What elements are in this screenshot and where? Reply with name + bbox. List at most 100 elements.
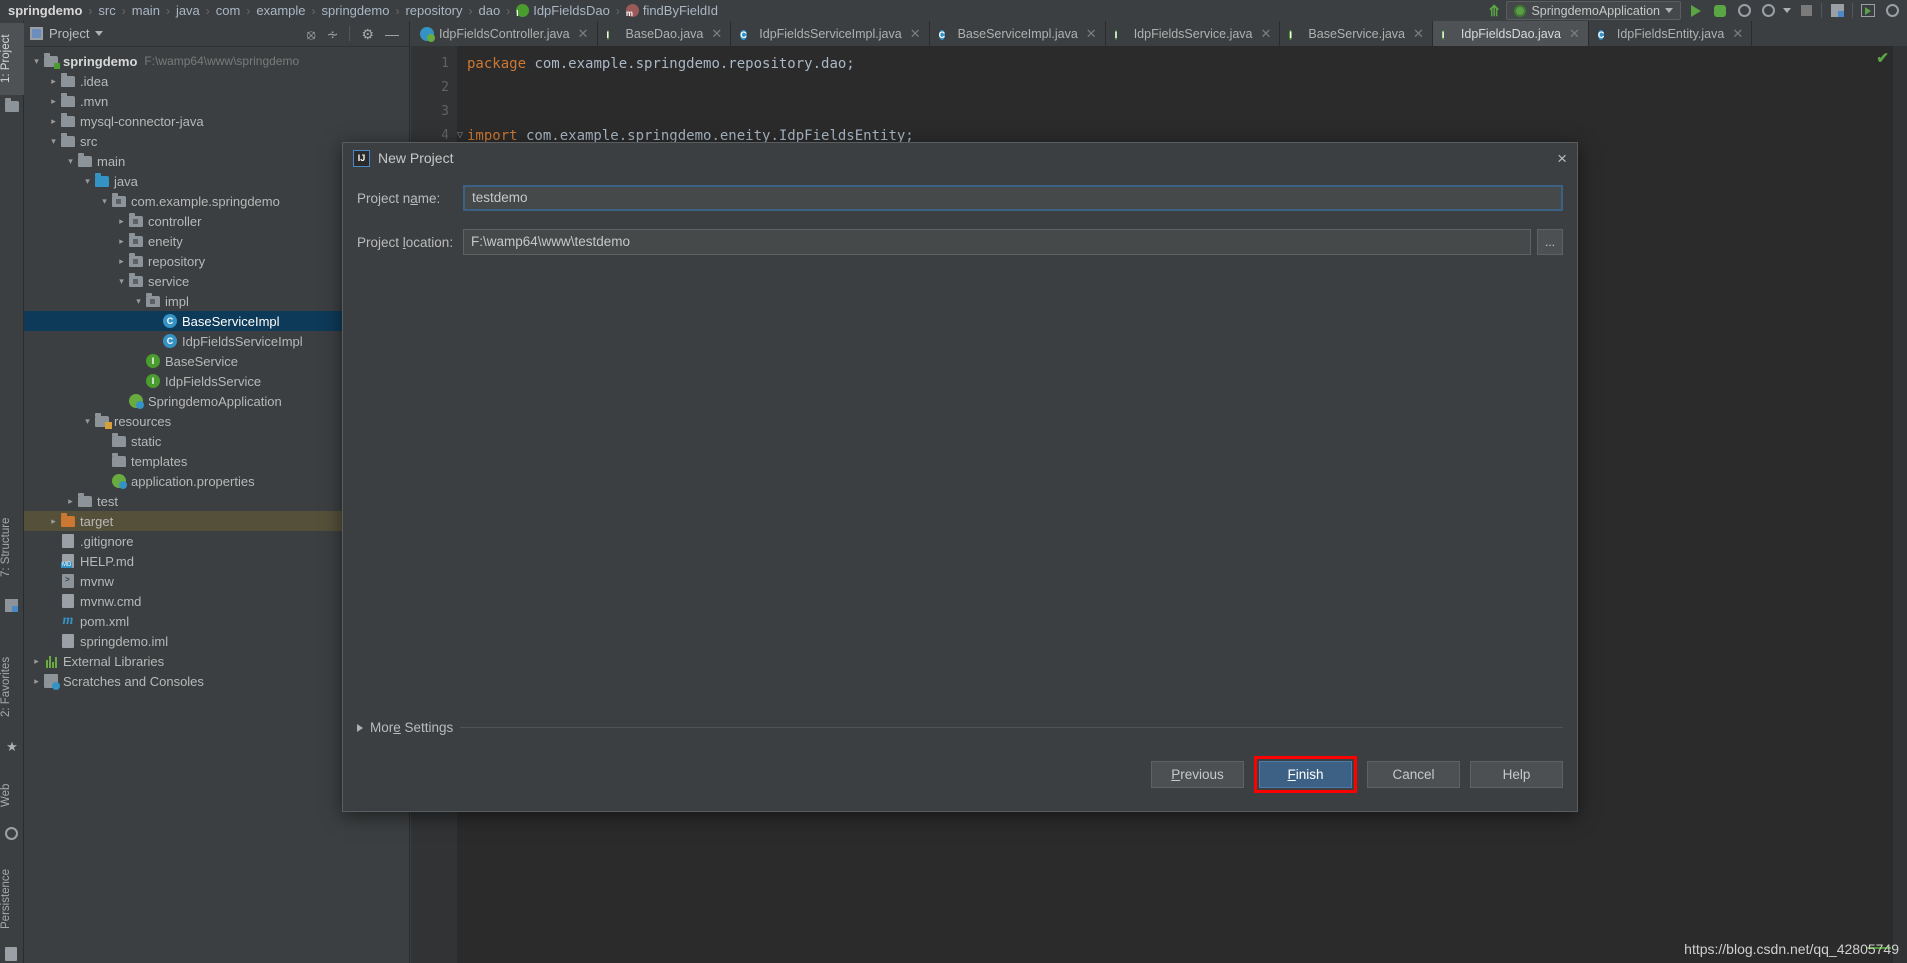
breadcrumb-item[interactable]: example bbox=[256, 3, 305, 18]
editor-tab[interactable]: C BaseServiceImpl.java ✕ bbox=[930, 21, 1106, 46]
breadcrumb-item[interactable]: I IdpFieldsDao bbox=[516, 3, 610, 18]
spring-controller-icon bbox=[420, 26, 435, 42]
editor-tab[interactable]: I IdpFieldsDao.java ✕ bbox=[1432, 21, 1589, 46]
tree-node-label: springdemo.iml bbox=[80, 633, 169, 649]
tree-node-label: mvnw.cmd bbox=[80, 593, 142, 609]
chevron-right-icon[interactable]: ▸ bbox=[115, 236, 128, 247]
chevron-down-icon[interactable]: ▾ bbox=[30, 56, 43, 67]
folder-icon bbox=[60, 92, 76, 107]
previous-button[interactable]: Previous bbox=[1151, 761, 1244, 788]
breadcrumb-separator: › bbox=[506, 3, 511, 18]
breadcrumb-item[interactable]: src bbox=[98, 3, 115, 18]
hide-icon[interactable]: — bbox=[385, 27, 399, 41]
profiler-chevron-icon[interactable] bbox=[1783, 8, 1791, 13]
update-arrow-icon[interactable]: ⤊ bbox=[1488, 2, 1501, 20]
chevron-down-icon[interactable]: ▾ bbox=[132, 296, 145, 307]
close-icon[interactable]: ✕ bbox=[1569, 26, 1580, 42]
chevron-right-icon[interactable]: ▸ bbox=[115, 216, 128, 227]
sidebar-item-structure[interactable]: 7: Structure bbox=[0, 501, 24, 593]
close-icon[interactable]: × bbox=[1557, 150, 1567, 167]
code-line[interactable] bbox=[457, 100, 1907, 124]
chevron-down-icon[interactable]: ▾ bbox=[64, 156, 77, 167]
chevron-right-icon[interactable]: ▸ bbox=[47, 96, 60, 107]
close-icon[interactable]: ✕ bbox=[578, 26, 589, 42]
editor-tab[interactable]: IdpFieldsController.java ✕ bbox=[411, 21, 598, 46]
breadcrumb-item[interactable]: main bbox=[132, 3, 160, 18]
breadcrumb-item[interactable]: repository bbox=[405, 3, 462, 18]
editor-tab[interactable]: I IdpFieldsService.java ✕ bbox=[1106, 21, 1281, 46]
stop-icon[interactable] bbox=[1797, 2, 1815, 20]
chevron-down-icon[interactable]: ▾ bbox=[47, 136, 60, 147]
run-icon[interactable] bbox=[1687, 2, 1705, 20]
chevron-right-icon[interactable]: ▸ bbox=[47, 76, 60, 87]
breadcrumb-separator: › bbox=[246, 3, 251, 18]
breadcrumb-item[interactable]: m findByFieldId bbox=[625, 3, 718, 18]
project-location-row: Project location: F:\wamp64\www\testdemo… bbox=[357, 229, 1563, 255]
code-line[interactable]: package com.example.springdemo.repositor… bbox=[457, 52, 1907, 76]
close-icon[interactable]: ✕ bbox=[711, 26, 722, 42]
finish-button[interactable]: Finish bbox=[1259, 761, 1352, 788]
tree-node[interactable]: ▾ springdemo F:\wamp64\www\springdemo bbox=[24, 51, 409, 71]
project-name-input[interactable]: testdemo bbox=[463, 185, 1563, 211]
run-with-coverage-icon[interactable] bbox=[1735, 2, 1753, 20]
editor-tab[interactable]: I BaseDao.java ✕ bbox=[598, 21, 732, 46]
chevron-down-icon[interactable]: ▾ bbox=[81, 416, 94, 427]
chevron-right-icon[interactable]: ▸ bbox=[30, 676, 43, 687]
code-line[interactable] bbox=[457, 76, 1907, 100]
chevron-right-icon[interactable]: ▸ bbox=[47, 116, 60, 127]
chevron-down-icon[interactable]: ▾ bbox=[81, 176, 94, 187]
breadcrumb-item[interactable]: com bbox=[216, 3, 241, 18]
chevron-down-icon[interactable]: ▾ bbox=[115, 276, 128, 287]
editor-tab[interactable]: C IdpFieldsServiceImpl.java ✕ bbox=[731, 21, 930, 46]
chevron-right-icon[interactable]: ▸ bbox=[30, 656, 43, 667]
project-location-input[interactable]: F:\wamp64\www\testdemo bbox=[463, 229, 1531, 255]
chevron-right-icon[interactable]: ▸ bbox=[64, 496, 77, 507]
file-bat-icon bbox=[60, 574, 76, 588]
close-icon[interactable]: ✕ bbox=[1732, 26, 1743, 42]
close-icon[interactable]: ✕ bbox=[910, 26, 921, 42]
separator bbox=[460, 727, 1563, 728]
help-button[interactable]: Help bbox=[1470, 761, 1563, 788]
editor-tab[interactable]: C IdpFieldsEntity.java ✕ bbox=[1589, 21, 1753, 46]
interface-icon: I bbox=[145, 374, 161, 388]
tree-node[interactable]: ▸ mysql-connector-java bbox=[24, 111, 409, 131]
sidebar-item-favorites[interactable]: 2: Favorites bbox=[0, 641, 24, 733]
more-settings-label: More Settings bbox=[370, 720, 454, 735]
inspection-ok-icon[interactable]: ✔ bbox=[1876, 49, 1889, 67]
cancel-button[interactable]: Cancel bbox=[1367, 761, 1460, 788]
collapse-all-icon[interactable]: ∻ bbox=[327, 27, 339, 41]
close-icon[interactable]: ✕ bbox=[1261, 26, 1272, 42]
breadcrumb-item[interactable]: springdemo bbox=[8, 3, 82, 18]
sidebar-item-web[interactable]: Web bbox=[0, 769, 24, 821]
chevron-right-icon[interactable]: ▸ bbox=[115, 256, 128, 267]
tree-node[interactable]: ▸ .idea bbox=[24, 71, 409, 91]
gear-icon[interactable]: ⚙ bbox=[361, 27, 374, 41]
error-stripe-gutter[interactable] bbox=[1893, 46, 1907, 963]
profiler-icon[interactable] bbox=[1759, 2, 1777, 20]
chevron-down-icon[interactable] bbox=[95, 31, 104, 36]
tree-node-label: com.example.springdemo bbox=[131, 193, 280, 209]
tree-node[interactable]: ▸ .mvn bbox=[24, 91, 409, 111]
breadcrumb-item[interactable]: java bbox=[176, 3, 200, 18]
search-everywhere-icon[interactable] bbox=[1883, 2, 1901, 20]
left-tool-strip: 1: Project 7: Structure 2: Favorites ★ W… bbox=[0, 21, 24, 963]
debug-icon[interactable] bbox=[1711, 2, 1729, 20]
locate-icon[interactable]: ⦻ bbox=[306, 27, 315, 41]
layout-icon[interactable] bbox=[1828, 2, 1846, 20]
project-panel-title-group[interactable]: Project bbox=[30, 26, 104, 41]
editor-tab[interactable]: I BaseService.java ✕ bbox=[1280, 21, 1433, 46]
browse-button[interactable]: ... bbox=[1537, 229, 1563, 255]
breadcrumb-label: java bbox=[175, 3, 200, 18]
chevron-down-icon[interactable]: ▾ bbox=[98, 196, 111, 207]
close-icon[interactable]: ✕ bbox=[1413, 26, 1424, 42]
breadcrumb-item[interactable]: springdemo bbox=[322, 3, 390, 18]
close-icon[interactable]: ✕ bbox=[1086, 26, 1097, 42]
chevron-right-icon[interactable]: ▸ bbox=[47, 516, 60, 527]
editor-tabs[interactable]: IdpFieldsController.java ✕ I BaseDao.java ✕ C… bbox=[411, 21, 1907, 46]
sidebar-item-persistence[interactable]: Persistence bbox=[0, 857, 24, 941]
sidebar-item-project[interactable]: 1: Project bbox=[0, 23, 24, 95]
breadcrumb-item[interactable]: dao bbox=[479, 3, 501, 18]
run-anything-icon[interactable] bbox=[1859, 2, 1877, 20]
run-configuration-selector[interactable]: SpringdemoApplication bbox=[1506, 1, 1681, 20]
more-settings-row[interactable]: More Settings bbox=[357, 720, 1563, 735]
